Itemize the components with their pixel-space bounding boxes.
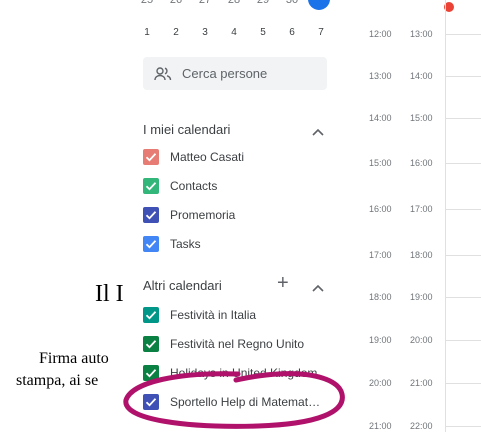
hand-drawn-circle-annotation	[123, 371, 345, 429]
document-heading: Il I	[95, 281, 124, 307]
calendar-item-promemoria[interactable]: Promemoria	[143, 205, 353, 227]
calendar-item-label: Matteo Casati	[170, 150, 245, 164]
calendar-item-contacts[interactable]: Contacts	[143, 176, 353, 198]
time-label: 13:00	[410, 29, 433, 39]
time-label: 16:00	[410, 158, 433, 168]
search-people-input[interactable]: Cerca persone	[143, 57, 327, 90]
time-label: 20:00	[369, 378, 392, 388]
hour-gridline	[445, 340, 481, 341]
calendar-item-festivita-regno-unito[interactable]: Festività nel Regno Unito	[143, 334, 353, 356]
checkbox-checked-icon[interactable]	[143, 336, 159, 352]
time-label: 16:00	[369, 204, 392, 214]
time-label: 19:00	[369, 335, 392, 345]
search-people-label: Cerca persone	[182, 66, 268, 81]
hour-gridline	[445, 209, 481, 210]
time-label: 19:00	[410, 292, 433, 302]
time-label: 21:00	[369, 421, 392, 431]
my-calendars-title[interactable]: I miei calendari	[143, 122, 230, 137]
people-icon	[154, 66, 172, 87]
time-label: 20:00	[410, 335, 433, 345]
mini-calendar-day[interactable]: 28	[224, 0, 244, 6]
calendar-item-festivita-italia[interactable]: Festività in Italia	[143, 305, 353, 327]
document-text-line: Firma auto	[39, 350, 109, 367]
mini-calendar-week-row: 25 26 27 28 29 30	[129, 0, 354, 14]
checkbox-checked-icon[interactable]	[143, 178, 159, 194]
document-text-line: stampa, ai se	[16, 372, 99, 389]
time-label: 21:00	[410, 378, 433, 388]
calendar-item-label: Contacts	[170, 179, 218, 193]
time-label: 18:00	[369, 292, 392, 302]
checkbox-checked-icon[interactable]	[143, 207, 159, 223]
add-calendar-icon[interactable]: +	[277, 273, 289, 293]
mini-calendar-day[interactable]: 6	[282, 27, 302, 38]
mini-calendar-today[interactable]	[308, 0, 330, 10]
mini-calendar-day[interactable]: 25	[137, 0, 157, 6]
day-column-divider	[445, 0, 446, 432]
calendar-item-label: Festività in Italia	[170, 308, 257, 322]
calendar-item-tasks[interactable]: Tasks	[143, 234, 353, 256]
hour-gridline	[445, 118, 481, 119]
calendar-item-label: Festività nel Regno Unito	[170, 337, 305, 351]
chevron-up-icon[interactable]	[312, 279, 324, 297]
hour-gridline	[445, 383, 481, 384]
time-label: 13:00	[369, 71, 392, 81]
time-grid: 12:00 13:00 13:00 14:00 14:00 15:00 15:0…	[354, 0, 481, 432]
time-label: 14:00	[369, 113, 392, 123]
mini-calendar-day[interactable]: 7	[311, 27, 331, 38]
hour-gridline	[445, 76, 481, 77]
calendar-item-label: Promemoria	[170, 208, 236, 222]
mini-calendar-day[interactable]: 1	[137, 27, 157, 38]
mini-calendar-day[interactable]: 4	[224, 27, 244, 38]
mini-calendar-day[interactable]: 27	[195, 0, 215, 6]
chevron-up-icon[interactable]	[312, 123, 324, 141]
hour-gridline	[445, 297, 481, 298]
mini-calendar-day[interactable]: 26	[166, 0, 186, 6]
time-label: 17:00	[369, 250, 392, 260]
time-label: 15:00	[369, 158, 392, 168]
time-label: 14:00	[410, 71, 433, 81]
other-calendars-title[interactable]: Altri calendari	[143, 278, 222, 293]
time-label: 22:00	[410, 421, 433, 431]
mini-calendar-day[interactable]: 30	[282, 0, 302, 6]
checkbox-checked-icon[interactable]	[143, 236, 159, 252]
time-label: 18:00	[410, 250, 433, 260]
mini-calendar-day[interactable]: 2	[166, 27, 186, 38]
calendar-item-matteo-casati[interactable]: Matteo Casati	[143, 147, 353, 169]
mini-calendar-day[interactable]: 5	[253, 27, 273, 38]
time-label: 17:00	[410, 204, 433, 214]
checkbox-checked-icon[interactable]	[143, 149, 159, 165]
hour-gridline	[445, 163, 481, 164]
checkbox-checked-icon[interactable]	[143, 307, 159, 323]
mini-calendar-day[interactable]: 29	[253, 0, 273, 6]
hour-gridline	[445, 255, 481, 256]
hour-gridline	[445, 426, 481, 427]
calendar-item-label: Tasks	[170, 237, 201, 251]
hour-gridline	[445, 34, 481, 35]
time-label: 15:00	[410, 113, 433, 123]
time-label: 12:00	[369, 29, 392, 39]
mini-calendar-day[interactable]: 3	[195, 27, 215, 38]
